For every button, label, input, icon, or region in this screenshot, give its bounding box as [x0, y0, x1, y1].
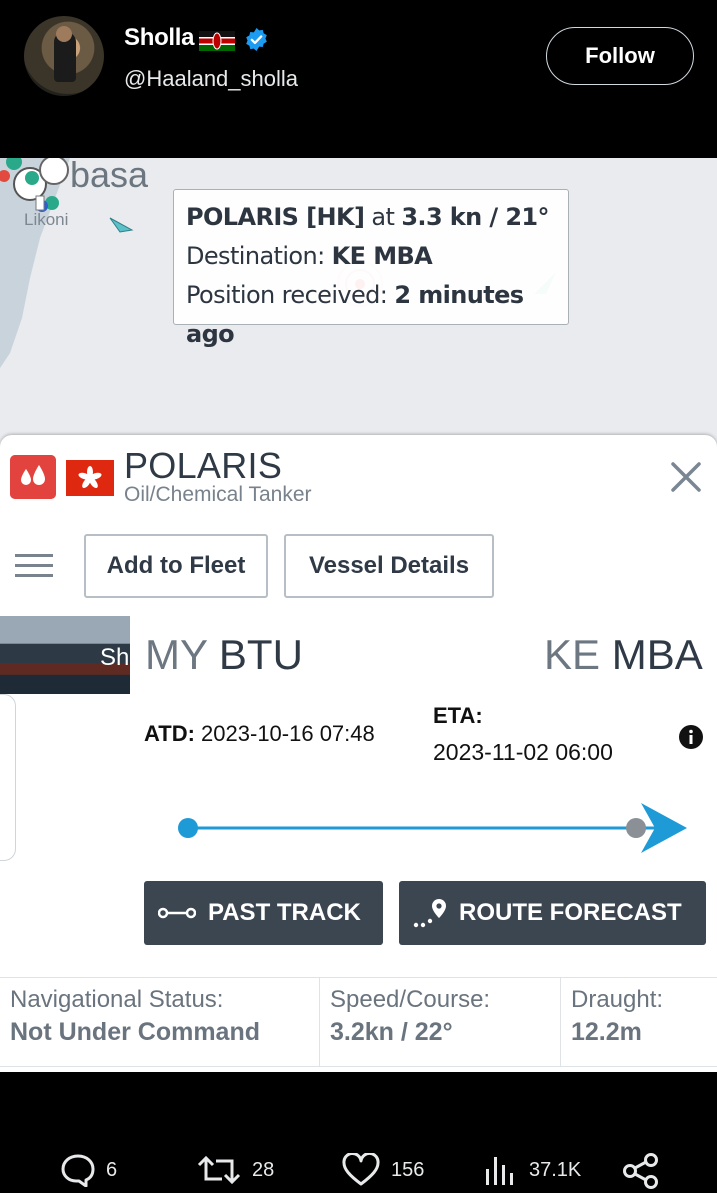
retweet-count: 28 [252, 1158, 275, 1181]
tooltip-position-label: Position received: [186, 281, 388, 309]
navigational-status: Navigational Status: Not Under Command [0, 977, 320, 1067]
tanker-type-icon [10, 455, 56, 499]
past-track-button[interactable]: PAST TRACK [144, 881, 383, 945]
hamburger-menu-icon[interactable] [15, 552, 53, 580]
avatar-head [56, 26, 72, 42]
draught: Draught: 12.2m [561, 977, 717, 1067]
origin-port: MY BTU [145, 631, 303, 679]
route-forecast-label: ROUTE FORECAST [459, 899, 682, 926]
stat-label: Draught: [571, 986, 664, 1013]
hong-kong-flag-icon [66, 460, 114, 496]
follow-button[interactable]: Follow [546, 27, 694, 85]
avatar[interactable] [24, 16, 104, 96]
eta-label: ETA: [433, 703, 483, 728]
vessel-type: Oil/Chemical Tanker [124, 483, 312, 506]
like-count: 156 [391, 1158, 425, 1181]
destination-country: KE [544, 631, 601, 678]
stat-value: Not Under Command [10, 1018, 260, 1046]
side-panel-tab[interactable] [0, 694, 16, 861]
tooltip-destination: KE MBA [331, 242, 433, 270]
track-icon [158, 907, 196, 919]
views-action[interactable]: 37.1K [483, 1153, 581, 1187]
atd-label: ATD: [144, 721, 195, 746]
port-icon [35, 195, 45, 211]
vessel-photo[interactable]: Sh [0, 616, 130, 694]
vessel-marker[interactable] [25, 171, 39, 185]
voyage-progress [178, 803, 687, 853]
retweet-action[interactable]: 28 [196, 1153, 274, 1187]
reply-icon [61, 1154, 95, 1187]
view-count: 37.1K [529, 1158, 582, 1181]
destination-port: KE MBA [544, 631, 703, 679]
origin-country: MY [145, 631, 208, 678]
reply-count: 6 [106, 1158, 118, 1181]
share-action[interactable] [622, 1153, 670, 1189]
info-icon[interactable] [678, 724, 704, 750]
like-action[interactable]: 156 [341, 1153, 424, 1187]
close-icon[interactable] [668, 459, 704, 495]
tweet-media[interactable]: basa Likoni POLARIS [HK] at 3.3 kn / 21°… [0, 158, 717, 1072]
vessel-position-dot [626, 818, 647, 838]
tooltip-destination-label: Destination: [186, 242, 325, 270]
atd: ATD: 2023-10-16 07:48 [144, 721, 375, 747]
map-view[interactable]: basa Likoni POLARIS [HK] at 3.3 kn / 21°… [0, 158, 717, 458]
tweet-actions: 6 28 156 37.1K [0, 1135, 717, 1193]
user-handle[interactable]: @Haaland_sholla [124, 66, 298, 92]
stat-label: Navigational Status: [10, 986, 224, 1013]
atd-value: 2023-10-16 07:48 [201, 721, 375, 746]
verified-badge-icon [246, 28, 267, 51]
origin-dot [178, 818, 198, 838]
share-icon [623, 1153, 658, 1189]
vessel-name: POLARIS [124, 445, 283, 486]
eta-value: 2023-11-02 06:00 [433, 739, 613, 765]
vessel-card: POLARIS Oil/Chemical Tanker Add to Fleet… [0, 435, 717, 1072]
vessel-details-button[interactable]: Vessel Details [284, 534, 494, 598]
views-chart-icon [486, 1157, 513, 1185]
display-name[interactable]: Sholla [124, 24, 195, 52]
speed-course: Speed/Course: 3.2kn / 22° [320, 977, 561, 1067]
stat-value: 3.2kn / 22° [330, 1018, 453, 1046]
vessel-tooltip: POLARIS [HK] at 3.3 kn / 21° Destination… [173, 189, 569, 348]
tweet-header: Sholla @Haaland_sholla Follow [0, 0, 717, 158]
place-label: Likoni [24, 210, 69, 229]
route-pin-icon [413, 899, 446, 928]
stat-label: Speed/Course: [330, 986, 491, 1013]
tooltip-at: at [371, 203, 395, 231]
past-track-label: PAST TRACK [208, 899, 361, 926]
reply-action[interactable]: 6 [60, 1153, 117, 1187]
add-to-fleet-button[interactable]: Add to Fleet [84, 534, 268, 598]
vessel-arrow-icon[interactable] [109, 217, 134, 233]
port-cluster-marker[interactable] [39, 158, 69, 185]
route-forecast-button[interactable]: ROUTE FORECAST [399, 881, 706, 945]
kenya-flag-icon [199, 31, 235, 51]
heart-icon [342, 1153, 380, 1186]
origin-port-code: BTU [218, 631, 303, 678]
stat-value: 12.2m [571, 1018, 642, 1046]
retweet-icon [197, 1155, 241, 1185]
photo-overlay-text: Sh [100, 644, 130, 671]
city-label: basa [70, 158, 149, 195]
tooltip-vessel: POLARIS [HK] [186, 203, 365, 231]
destination-port-code: MBA [611, 631, 703, 678]
tooltip-speed-course: 3.3 kn / 21° [401, 203, 549, 231]
